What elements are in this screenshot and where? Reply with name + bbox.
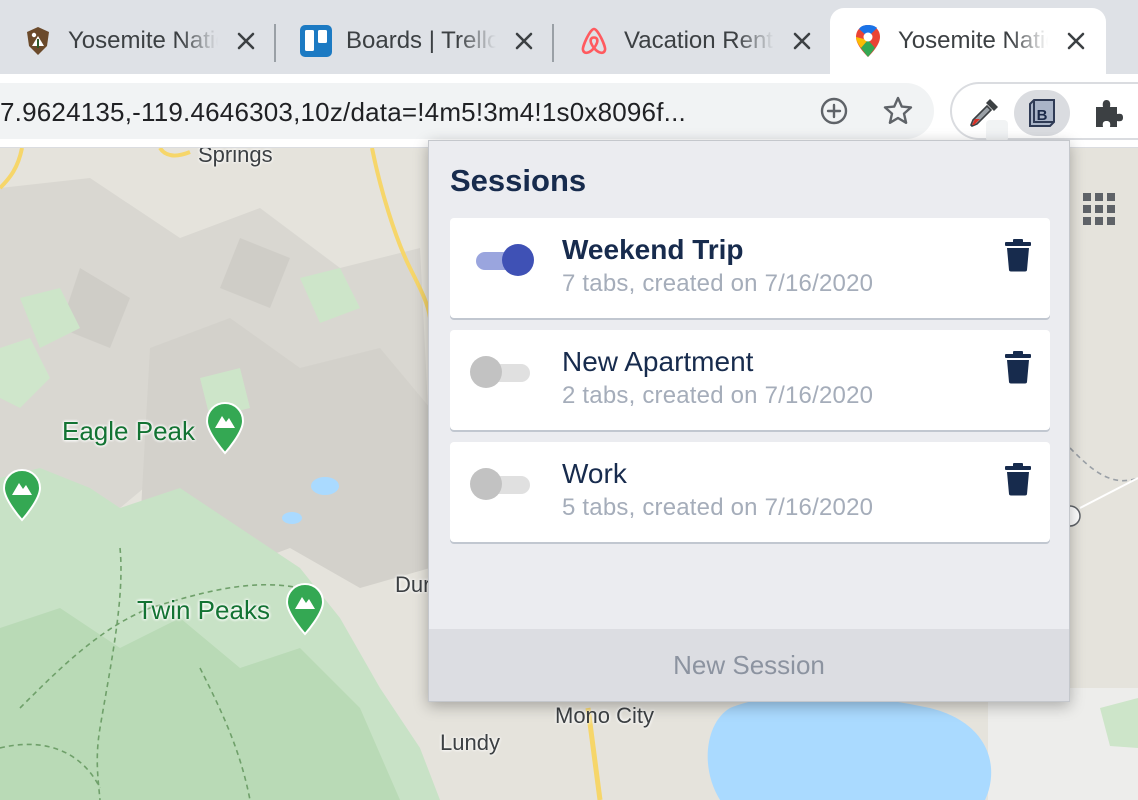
tab-title: Yosemite National Park xyxy=(68,27,218,54)
map-place-label: Lundy xyxy=(440,730,500,755)
extensions-menu-button[interactable] xyxy=(1080,90,1136,136)
puzzle-icon xyxy=(1096,100,1123,127)
tab-title: Boards | Trello xyxy=(346,27,496,54)
apps-grid-icon[interactable] xyxy=(1082,192,1116,231)
session-card[interactable]: New Apartment 2 tabs, created on 7/16/20… xyxy=(450,330,1050,430)
sessions-extension-button[interactable]: B xyxy=(1014,90,1070,136)
tab-separator xyxy=(274,24,276,62)
nps-arrowhead-icon xyxy=(22,25,54,57)
map-place-label: Springs xyxy=(198,148,273,167)
address-url[interactable]: 7.9624135,-119.4646303,10z/data=!4m5!3m4… xyxy=(0,97,780,128)
extension-badge xyxy=(986,120,1008,142)
mountain-pin-icon[interactable] xyxy=(205,401,245,455)
mountain-pin-icon[interactable] xyxy=(285,582,325,636)
b-extension-icon: B xyxy=(1029,99,1055,127)
session-card[interactable]: Work 5 tabs, created on 7/16/2020 xyxy=(450,442,1050,542)
toggle-knob xyxy=(470,356,502,388)
toggle-knob xyxy=(502,244,534,276)
browser-toolbar: 7.9624135,-119.4646303,10z/data=!4m5!3m4… xyxy=(0,74,1138,148)
trash-icon[interactable] xyxy=(1004,350,1032,384)
sessions-popup: Sessions Weekend Trip 7 tabs, created on… xyxy=(428,140,1070,702)
tab-google-maps[interactable]: Yosemite National Park xyxy=(830,8,1106,74)
map-place-label: Dur xyxy=(395,572,431,597)
tab-title: Vacation Rentals xyxy=(624,27,774,54)
tab-separator xyxy=(552,24,554,62)
airbnb-icon xyxy=(578,25,610,57)
session-meta: 7 tabs, created on 7/16/2020 xyxy=(562,270,874,297)
close-tab-icon[interactable] xyxy=(788,27,816,55)
session-name: Work xyxy=(562,458,627,489)
google-maps-icon xyxy=(852,25,884,57)
session-name: New Apartment xyxy=(562,346,754,377)
install-app-icon[interactable] xyxy=(818,95,850,127)
extensions-area: B xyxy=(950,82,1138,142)
close-tab-icon[interactable] xyxy=(1062,27,1090,55)
address-bar[interactable]: 7.9624135,-119.4646303,10z/data=!4m5!3m4… xyxy=(0,83,934,139)
session-meta: 5 tabs, created on 7/16/2020 xyxy=(562,494,874,521)
session-card[interactable]: Weekend Trip 7 tabs, created on 7/16/202… xyxy=(450,218,1050,318)
session-name: Weekend Trip xyxy=(562,234,744,265)
map-place-label: Mono City xyxy=(555,703,655,728)
new-session-button[interactable]: New Session xyxy=(429,629,1069,701)
tab-yosemite-nps[interactable]: Yosemite National Park xyxy=(0,8,276,74)
popup-title: Sessions xyxy=(450,163,587,198)
peak-label[interactable]: Twin Peaks xyxy=(137,595,270,626)
trello-icon xyxy=(300,25,332,57)
trash-icon[interactable] xyxy=(1004,238,1032,272)
mountain-pin-icon[interactable] xyxy=(2,468,42,522)
eyedropper-extension-button[interactable] xyxy=(956,90,1012,142)
close-tab-icon[interactable] xyxy=(510,27,538,55)
session-toggle[interactable] xyxy=(474,244,534,276)
peak-label[interactable]: Eagle Peak xyxy=(62,416,195,447)
tab-title: Yosemite National Park xyxy=(898,27,1048,54)
close-tab-icon[interactable] xyxy=(232,27,260,55)
session-toggle[interactable] xyxy=(470,468,534,500)
session-meta: 2 tabs, created on 7/16/2020 xyxy=(562,382,874,409)
tab-trello[interactable]: Boards | Trello xyxy=(278,8,554,74)
tab-strip: Yosemite National Park Boards | Trello V… xyxy=(0,0,1138,74)
svg-text:B: B xyxy=(1037,107,1048,124)
new-session-label: New Session xyxy=(673,649,825,680)
tab-airbnb[interactable]: Vacation Rentals xyxy=(556,8,832,74)
toggle-knob xyxy=(470,468,502,500)
trash-icon[interactable] xyxy=(1004,462,1032,496)
bookmark-star-icon[interactable] xyxy=(882,95,914,127)
session-toggle[interactable] xyxy=(470,356,534,388)
